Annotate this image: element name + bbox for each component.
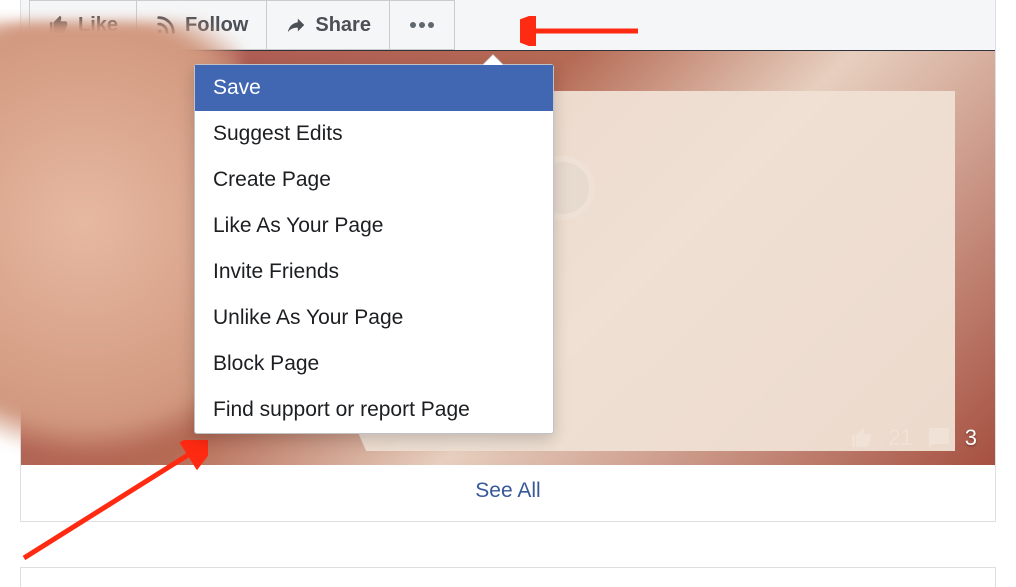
see-all-label: See All <box>475 479 540 502</box>
like-count-icon <box>850 426 874 450</box>
ellipsis-icon <box>409 21 435 29</box>
menu-item[interactable]: Invite Friends <box>195 249 553 295</box>
comment-count: 3 <box>965 425 977 451</box>
menu-item[interactable]: Like As Your Page <box>195 203 553 249</box>
share-button[interactable]: Share <box>266 0 390 50</box>
menu-item[interactable]: Suggest Edits <box>195 111 553 157</box>
more-options-menu: SaveSuggest EditsCreate PageLike As Your… <box>194 64 554 434</box>
menu-item[interactable]: Save <box>195 65 553 111</box>
menu-item[interactable]: Unlike As Your Page <box>195 295 553 341</box>
comment-count-icon <box>927 426 951 450</box>
menu-item[interactable]: Create Page <box>195 157 553 203</box>
menu-item[interactable]: Block Page <box>195 341 553 387</box>
more-options-button[interactable] <box>389 0 455 50</box>
annotation-arrow-top <box>520 16 640 46</box>
annotation-arrow-bottom <box>18 440 208 560</box>
share-arrow-icon <box>285 14 307 36</box>
next-card-top <box>20 567 996 587</box>
like-count: 21 <box>888 425 912 451</box>
share-label: Share <box>315 14 371 37</box>
menu-item[interactable]: Find support or report Page <box>195 387 553 433</box>
reactions-bar: 21 3 <box>850 425 977 451</box>
